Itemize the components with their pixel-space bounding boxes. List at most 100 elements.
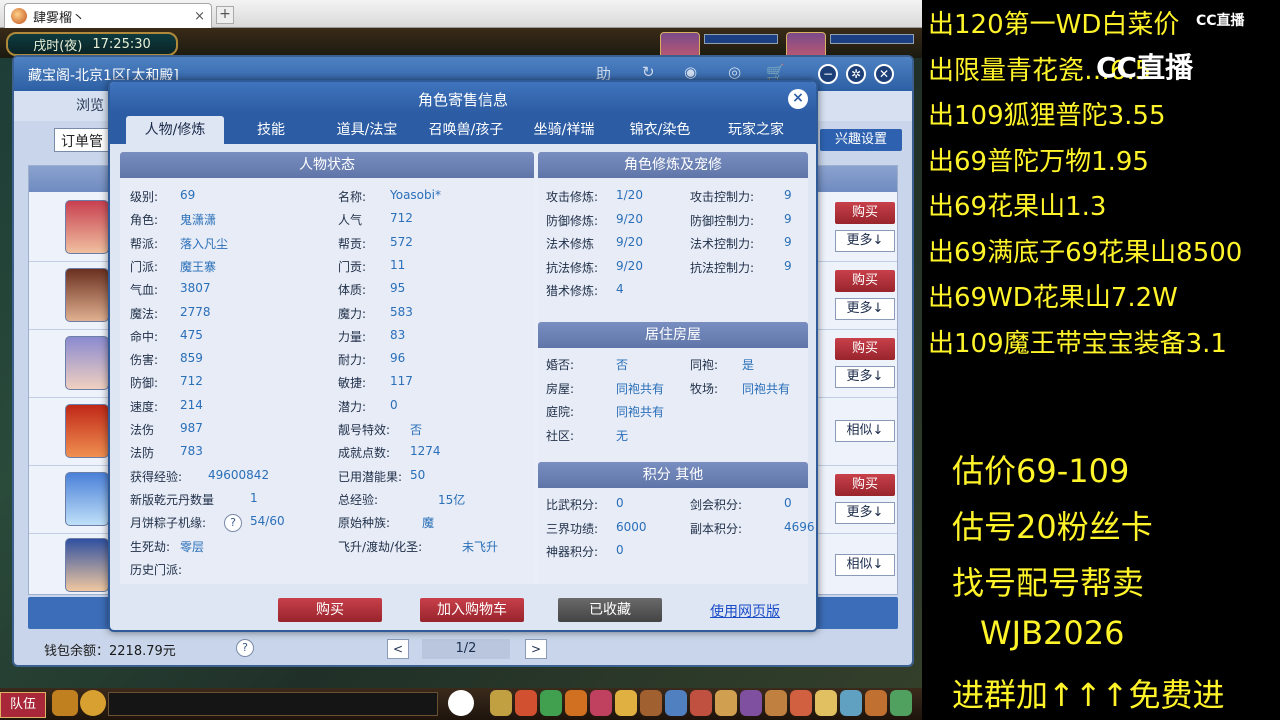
minimize-button[interactable]: − xyxy=(818,64,838,84)
tab-items[interactable]: 道具/法宝 xyxy=(320,116,414,144)
stat-label: 三界功绩: xyxy=(546,521,599,536)
interest-settings-button[interactable]: 兴趣设置 xyxy=(820,129,902,151)
stat-value: 0 xyxy=(390,397,398,412)
stat-value: 9/20 xyxy=(616,258,643,273)
refresh-icon[interactable]: ↻ xyxy=(642,63,655,81)
game-menu-icon[interactable] xyxy=(540,690,562,716)
help-icon[interactable]: ? xyxy=(236,639,254,657)
browser-tab[interactable]: 肆雾榴丶 × xyxy=(4,3,212,28)
game-menu-icon[interactable] xyxy=(740,690,762,716)
stat-label: 级别: xyxy=(130,190,159,204)
game-menu-icon[interactable] xyxy=(815,690,837,716)
stat-value: 54/60 xyxy=(250,514,285,529)
close-window-button[interactable]: ✕ xyxy=(874,64,894,84)
buy-button[interactable]: 购买 xyxy=(835,202,895,224)
stat-label: 角色: xyxy=(130,213,159,228)
game-menu-icon[interactable] xyxy=(765,690,787,716)
stat-label: 剑会积分: xyxy=(690,498,743,512)
buy-button[interactable]: 购买 xyxy=(835,338,895,360)
similar-button[interactable]: 相似↓ xyxy=(835,554,895,576)
stat-label: 原始种族: xyxy=(338,516,391,531)
cc-live-logo: CC直播 xyxy=(1096,51,1194,84)
stat-value: 同袍共有 xyxy=(742,381,791,396)
chat-bubble-icon[interactable] xyxy=(80,690,106,716)
add-to-cart-button[interactable]: 加入购物车 xyxy=(420,598,524,622)
game-menu-icon[interactable] xyxy=(690,690,712,716)
chat-input[interactable] xyxy=(108,692,438,716)
stat-label: 比武积分: xyxy=(546,498,599,512)
tab-summons[interactable]: 召唤兽/孩子 xyxy=(416,116,516,144)
tab-mounts[interactable]: 坐骑/祥瑞 xyxy=(516,116,612,144)
stat-value: 落入凡尘 xyxy=(180,236,229,251)
pet-icon[interactable] xyxy=(448,690,474,716)
close-dialog-button[interactable]: × xyxy=(788,89,808,109)
stat-label: 气血: xyxy=(130,283,159,298)
game-menu-icon[interactable] xyxy=(840,690,862,716)
stat-label: 抗法控制力: xyxy=(690,260,755,275)
game-menu-icon[interactable] xyxy=(865,690,887,716)
game-menu-icon[interactable] xyxy=(565,690,587,716)
game-menu-icon[interactable] xyxy=(490,690,512,716)
stat-label: 敏捷: xyxy=(338,376,367,391)
record-icon[interactable]: ◉ xyxy=(684,63,697,81)
stat-label: 门派: xyxy=(130,259,159,274)
promo-line: 出69WD花果山7.2W xyxy=(928,283,1178,313)
stat-label: 生死劫: xyxy=(130,539,171,554)
similar-button[interactable]: 相似↓ xyxy=(835,420,895,442)
tab-character[interactable]: 人物/修炼 xyxy=(126,116,224,144)
game-menu-icon[interactable] xyxy=(515,690,537,716)
tab-skills[interactable]: 技能 xyxy=(228,116,314,144)
game-menu-icon[interactable] xyxy=(790,690,812,716)
promo-line: 出120第一WD白菜价 xyxy=(928,10,1180,40)
avatar xyxy=(65,268,109,322)
more-button[interactable]: 更多↓ xyxy=(835,502,895,524)
dialog-tabs: 人物/修炼 技能 道具/法宝 召唤兽/孩子 坐骑/祥瑞 锦衣/染色 玩家之家 xyxy=(110,114,816,144)
stat-value: 475 xyxy=(180,327,203,342)
next-page-button[interactable]: > xyxy=(525,639,547,659)
settings-gear-icon[interactable]: ✲ xyxy=(846,64,866,84)
promo-line: 出69普陀万物1.95 xyxy=(928,146,1149,177)
buy-button[interactable]: 购买 xyxy=(835,474,895,496)
avatar xyxy=(65,472,109,526)
cart-icon[interactable]: 🛒 xyxy=(766,63,785,81)
stat-label: 魔力: xyxy=(338,306,367,321)
game-menu-icon[interactable] xyxy=(890,690,912,716)
new-tab-button[interactable]: + xyxy=(216,6,234,24)
browse-tab[interactable]: 浏览 xyxy=(76,95,104,115)
game-menu-icon[interactable] xyxy=(615,690,637,716)
prev-page-button[interactable]: < xyxy=(387,639,409,659)
stat-value: 3807 xyxy=(180,281,211,296)
game-menu-icon[interactable] xyxy=(640,690,662,716)
chat-icon[interactable]: ◎ xyxy=(728,63,741,81)
promo-line: WJB2026 xyxy=(980,614,1125,652)
buy-button[interactable]: 购买 xyxy=(835,270,895,292)
avatar xyxy=(65,336,109,390)
stat-label: 庭院: xyxy=(546,405,575,419)
favorited-button[interactable]: 已收藏 xyxy=(558,598,662,622)
buy-button[interactable]: 购买 xyxy=(278,598,382,622)
tab-home[interactable]: 玩家之家 xyxy=(708,116,804,144)
stat-value: 鬼潇潇 xyxy=(180,213,217,228)
game-menu-icon[interactable] xyxy=(665,690,687,716)
more-button[interactable]: 更多↓ xyxy=(835,230,895,252)
stat-value: 2778 xyxy=(180,304,211,319)
house-panel: 居住房屋 婚否: 否同袍: 是房屋: 同袍共有 牧场: 同袍共有 庭院: 同袍共有 社区: 无 xyxy=(538,322,808,462)
close-tab-icon[interactable]: × xyxy=(194,9,205,24)
stat-value: 11 xyxy=(390,257,406,272)
avatar xyxy=(65,404,109,458)
stat-label: 婚否: xyxy=(546,358,575,372)
tab-outfits[interactable]: 锦衣/染色 xyxy=(612,116,708,144)
stat-value: 9 xyxy=(784,188,792,202)
more-button[interactable]: 更多↓ xyxy=(835,366,895,388)
more-button[interactable]: 更多↓ xyxy=(835,298,895,320)
microphone-icon[interactable] xyxy=(52,690,78,716)
use-web-version-link[interactable]: 使用网页版 xyxy=(710,601,780,621)
stat-value: 同袍共有 xyxy=(616,381,665,396)
stat-label: 猎术修炼: xyxy=(546,284,599,298)
role-sale-dialog: 角色寄售信息 × 人物/修炼 技能 道具/法宝 召唤兽/孩子 坐骑/祥瑞 锦衣/… xyxy=(108,80,818,632)
game-menu-icon[interactable] xyxy=(715,690,737,716)
help-icon[interactable]: ? xyxy=(224,514,242,532)
game-menu-icon[interactable] xyxy=(590,690,612,716)
team-button[interactable]: 队伍 xyxy=(0,692,46,718)
stat-label: 魔法: xyxy=(130,306,159,321)
